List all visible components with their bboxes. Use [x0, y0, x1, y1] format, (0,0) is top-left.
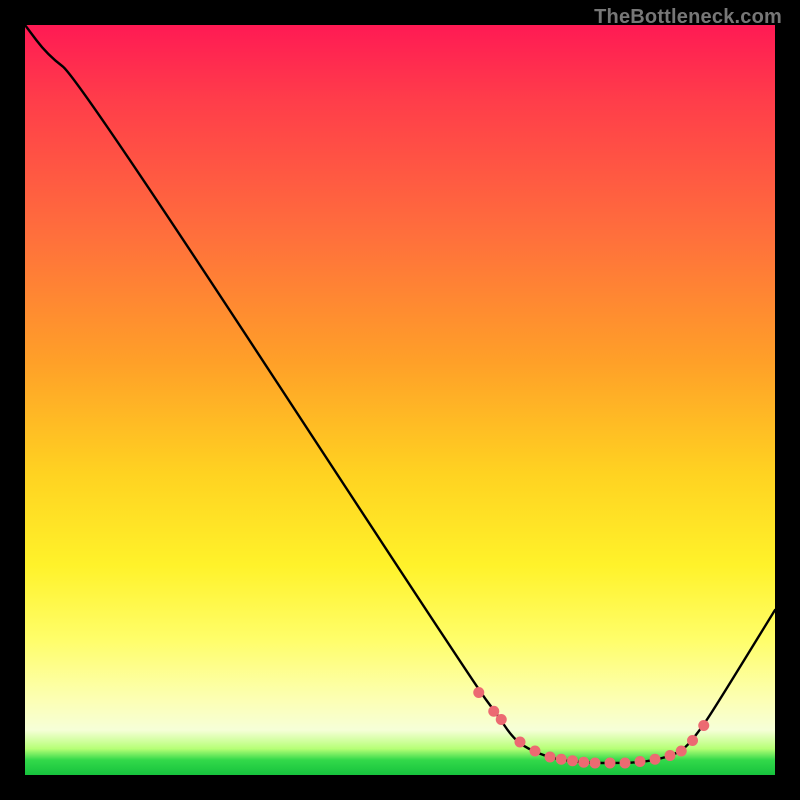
- curve-svg: [25, 25, 775, 775]
- plot-area: [25, 25, 775, 775]
- data-marker: [650, 754, 661, 765]
- data-marker: [567, 755, 578, 766]
- data-marker: [556, 754, 567, 765]
- chart-frame: TheBottleneck.com: [0, 0, 800, 800]
- data-marker: [515, 737, 526, 748]
- data-marker: [676, 746, 687, 757]
- marker-group: [473, 687, 709, 769]
- data-marker: [605, 758, 616, 769]
- data-marker: [578, 757, 589, 768]
- data-marker: [545, 752, 556, 763]
- bottleneck-curve: [25, 25, 775, 763]
- data-marker: [473, 687, 484, 698]
- data-marker: [687, 735, 698, 746]
- data-marker: [530, 746, 541, 757]
- data-marker: [620, 758, 631, 769]
- data-marker: [635, 756, 646, 767]
- data-marker: [488, 706, 499, 717]
- data-marker: [698, 720, 709, 731]
- data-marker: [665, 750, 676, 761]
- data-marker: [496, 714, 507, 725]
- data-marker: [590, 758, 601, 769]
